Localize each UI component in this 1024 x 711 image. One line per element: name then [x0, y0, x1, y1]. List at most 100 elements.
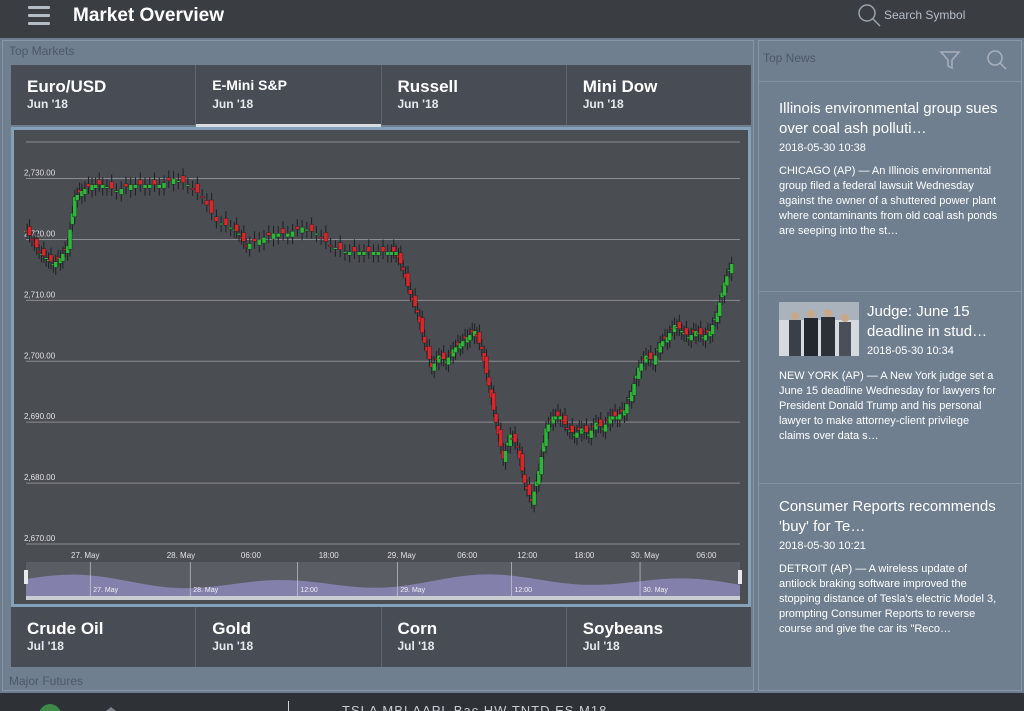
news-item[interactable]: Judge: June 15 deadline in stud… 2018-05… [759, 291, 1021, 483]
candle-up [660, 340, 665, 347]
candle-down [555, 411, 561, 417]
tab-mini-dow[interactable]: Mini Dow Jun '18 [567, 65, 751, 125]
candle-up [371, 251, 376, 256]
search-placeholder: Search Symbol [884, 8, 966, 22]
top-news-label: Top News [763, 51, 816, 65]
candle-up [689, 334, 694, 341]
candle-down [612, 411, 618, 417]
candle-down [180, 175, 186, 183]
tab-crude-oil[interactable]: Crude Oil Jul '18 [11, 607, 197, 667]
candle-up [171, 178, 176, 185]
x-tick-label: 29. May [387, 551, 415, 560]
candle-down [522, 474, 527, 484]
candle-up [185, 184, 191, 187]
navigator-tick-label: 27. May [93, 587, 118, 594]
candle-down [648, 352, 653, 360]
candle-up [176, 180, 181, 183]
candle-down [241, 232, 246, 242]
navigator-tick-label: 12:00 [515, 587, 533, 594]
candle-down [398, 252, 404, 265]
x-tick-label: 12:00 [517, 551, 538, 560]
candle-up [218, 223, 224, 226]
search-icon [858, 4, 881, 27]
candle-up [631, 383, 637, 396]
futures-tabs: Crude Oil Jul '18 Gold Jun '18 Corn Jul … [11, 607, 751, 667]
tab-name: Mini Dow [582, 77, 658, 96]
candle-down [352, 246, 357, 252]
news-item[interactable]: Consumer Reports recommends 'buy' for Te… [759, 483, 1021, 692]
candle-down [405, 272, 411, 287]
candle-up [624, 403, 630, 414]
hamburger-menu-icon[interactable] [28, 6, 50, 26]
candle-down [209, 199, 214, 214]
candle-up [290, 231, 295, 238]
filter-icon[interactable] [939, 49, 961, 71]
strip-divider [288, 701, 289, 711]
tab-russell[interactable]: Russell Jun '18 [382, 65, 567, 125]
news-body: CHICAGO (AP) — An Illinois environmental… [779, 165, 998, 237]
candle-down [29, 238, 35, 241]
candle-up [593, 421, 599, 431]
tab-e-mini-sp[interactable]: E-Mini S&P Jun '18 [196, 65, 382, 135]
candle-down [380, 246, 386, 252]
news-search-icon[interactable] [985, 49, 1009, 71]
news-title: Illinois environmental group sues over c… [779, 100, 998, 137]
tab-euro-usd[interactable]: Euro/USD Jun '18 [11, 65, 197, 125]
news-item[interactable]: Illinois environmental group sues over c… [759, 81, 1021, 291]
candle-down [295, 226, 300, 230]
candle-up [118, 188, 124, 195]
candle-up [503, 450, 508, 463]
candle-down [214, 216, 219, 222]
ticker-symbols[interactable]: TSLA MBI AAPL Bac HW TNTD ES M18 [342, 703, 607, 711]
candle-up [247, 243, 252, 250]
candle-up [304, 229, 310, 232]
tab-gold[interactable]: Gold Jun '18 [196, 607, 382, 667]
candle-up [67, 229, 73, 250]
candle-down [36, 251, 42, 253]
candle-down [562, 415, 568, 425]
candle-up [617, 413, 623, 420]
candle-down [401, 267, 406, 271]
y-tick-label: 2,690.00 [24, 412, 56, 421]
candle-up [724, 275, 730, 286]
search-symbol-button[interactable]: Search Symbol [854, 0, 1014, 30]
price-chart[interactable]: 2,730.00 2,720.00 2,710.00 2,700.00 2,690.00… [11, 127, 751, 607]
candle-down [684, 327, 689, 336]
candle-down [412, 295, 418, 307]
candle-down [266, 232, 271, 236]
news-photo-image [779, 302, 859, 356]
tab-corn[interactable]: Corn Jul '18 [382, 607, 567, 667]
candle-down [234, 224, 239, 232]
news-title: Consumer Reports recommends 'buy' for Te… [779, 498, 996, 535]
candle-up [710, 324, 715, 335]
candle-up [546, 424, 551, 433]
candle-down [441, 352, 446, 360]
candle-up [44, 257, 49, 260]
candle-up [610, 415, 615, 420]
candle-up [104, 186, 110, 189]
globe-icon[interactable] [38, 703, 78, 711]
x-tick-label: 27. May [71, 551, 99, 560]
tab-soybeans[interactable]: Soybeans Jul '18 [567, 607, 751, 667]
candle-up [558, 415, 563, 420]
top-markets-panel: Top Markets Euro/USD Jun '18 E-Mini S&P … [2, 40, 754, 691]
candle-up [436, 354, 442, 364]
tab-name: Crude Oil [27, 619, 104, 638]
candle-up [703, 334, 708, 341]
candle-down [41, 248, 47, 256]
candle-down [479, 346, 484, 350]
candle-down [199, 196, 205, 199]
candle-up [603, 424, 608, 433]
candle-up [82, 188, 88, 195]
candle-down [152, 179, 157, 185]
candle-up [639, 363, 644, 372]
x-tick-label: 30. May [631, 551, 659, 560]
y-tick-label: 2,710.00 [24, 290, 56, 299]
candle-up [257, 239, 262, 246]
candle-up [157, 184, 162, 189]
app-header: Market Overview Search Symbol [0, 0, 1024, 38]
candle-up [361, 251, 367, 256]
hexagon-icon[interactable] [96, 703, 126, 711]
candle-up [431, 363, 437, 372]
candle-up [133, 184, 138, 189]
